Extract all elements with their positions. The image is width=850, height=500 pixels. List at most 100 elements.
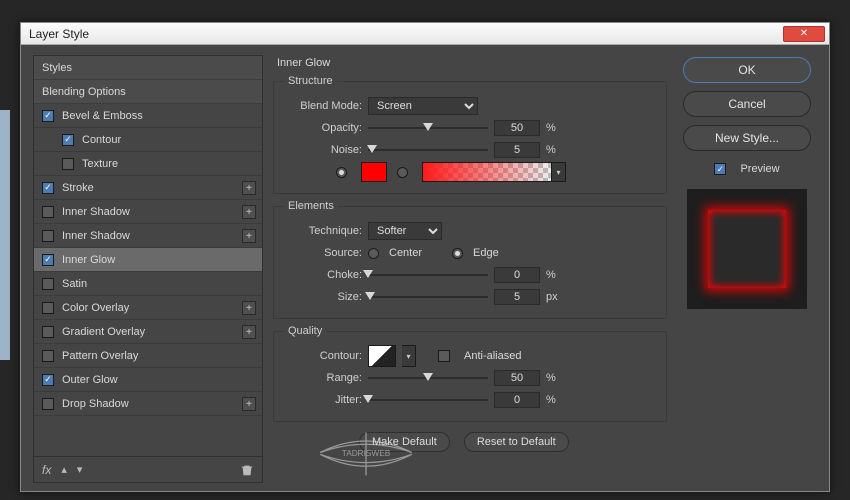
checkbox[interactable] [42, 182, 54, 194]
quality-group: Quality Contour: ▾ Anti-aliased Range: 5… [273, 325, 667, 422]
window-title: Layer Style [29, 27, 89, 41]
label: Inner Shadow [62, 230, 130, 242]
checkbox[interactable] [42, 230, 54, 242]
checkbox[interactable] [42, 302, 54, 314]
reset-default-button[interactable]: Reset to Default [464, 432, 569, 452]
plus-icon[interactable]: + [242, 325, 256, 339]
opacity-slider[interactable] [368, 121, 488, 135]
range-value[interactable]: 50 [494, 370, 540, 386]
label: Bevel & Emboss [62, 110, 143, 122]
close-icon: ✕ [800, 28, 808, 39]
style-item-inner-shadow[interactable]: Inner Shadow + [34, 200, 262, 224]
close-button[interactable]: ✕ [783, 26, 825, 42]
checkbox[interactable] [62, 158, 74, 170]
style-item-inner-shadow[interactable]: Inner Shadow + [34, 224, 262, 248]
arrow-down-icon[interactable]: ▾ [77, 463, 83, 476]
chevron-down-icon[interactable]: ▾ [552, 162, 566, 182]
plus-icon[interactable]: + [242, 205, 256, 219]
checkbox[interactable] [42, 374, 54, 386]
styles-header[interactable]: Styles [34, 56, 262, 80]
new-style-button[interactable]: New Style... [683, 125, 811, 151]
watermark: TADRISWEB [311, 425, 421, 485]
titlebar[interactable]: Layer Style ✕ [21, 23, 829, 45]
trash-icon[interactable] [240, 463, 254, 477]
cancel-button[interactable]: Cancel [683, 91, 811, 117]
arrow-up-icon[interactable]: ▴ [61, 463, 67, 476]
label: Inner Shadow [62, 206, 130, 218]
checkbox[interactable] [42, 110, 54, 122]
technique-label: Technique: [284, 225, 362, 237]
fx-icon[interactable]: fx [42, 463, 51, 477]
label: Drop Shadow [62, 398, 129, 410]
label: Pattern Overlay [62, 350, 138, 362]
style-item-pattern-overlay[interactable]: Pattern Overlay [34, 344, 262, 368]
style-item-drop-shadow[interactable]: Drop Shadow + [34, 392, 262, 416]
checkbox[interactable] [42, 206, 54, 218]
style-item-color-overlay[interactable]: Color Overlay+ [34, 296, 262, 320]
gradient-swatch[interactable] [422, 162, 552, 182]
noise-slider[interactable] [368, 143, 488, 157]
anti-aliased-checkbox[interactable] [438, 350, 450, 362]
style-item-stroke[interactable]: Stroke+ [34, 176, 262, 200]
checkbox[interactable] [42, 398, 54, 410]
contour-swatch[interactable] [368, 345, 396, 367]
settings-panel: Inner Glow Structure Blend Mode: Screen … [273, 55, 667, 483]
label: Styles [42, 62, 72, 74]
legend: Quality [284, 325, 326, 337]
label: Outer Glow [62, 374, 118, 386]
color-gradient-radio[interactable] [397, 167, 408, 178]
checkbox[interactable] [42, 350, 54, 362]
source-edge-label: Edge [473, 247, 499, 259]
jitter-label: Jitter: [284, 394, 362, 406]
style-item-contour[interactable]: Contour [34, 128, 262, 152]
size-slider[interactable] [368, 290, 488, 304]
style-item-satin[interactable]: Satin [34, 272, 262, 296]
range-label: Range: [284, 372, 362, 384]
ok-button[interactable]: OK [683, 57, 811, 83]
blend-mode-select[interactable]: Screen [368, 97, 478, 115]
color-solid-radio[interactable] [336, 167, 347, 178]
style-item-inner-glow[interactable]: Inner Glow [34, 248, 262, 272]
checkbox[interactable] [42, 254, 54, 266]
blending-options[interactable]: Blending Options [34, 80, 262, 104]
source-edge-radio[interactable] [452, 248, 463, 259]
legend: Structure [284, 75, 337, 87]
range-slider[interactable] [368, 371, 488, 385]
jitter-slider[interactable] [368, 393, 488, 407]
noise-value[interactable]: 5 [494, 142, 540, 158]
elements-group: Elements Technique: Softer Source: Cente… [273, 200, 667, 319]
unit: % [546, 394, 568, 406]
source-center-radio[interactable] [368, 248, 379, 259]
label: Gradient Overlay [62, 326, 145, 338]
plus-icon[interactable]: + [242, 229, 256, 243]
checkbox[interactable] [42, 278, 54, 290]
unit: px [546, 291, 568, 303]
plus-icon[interactable]: + [242, 181, 256, 195]
label: Satin [62, 278, 87, 290]
style-item-texture[interactable]: Texture [34, 152, 262, 176]
color-swatch[interactable] [361, 162, 387, 182]
choke-value[interactable]: 0 [494, 267, 540, 283]
label: Contour [82, 134, 121, 146]
style-item-outer-glow[interactable]: Outer Glow [34, 368, 262, 392]
plus-icon[interactable]: + [242, 397, 256, 411]
jitter-value[interactable]: 0 [494, 392, 540, 408]
style-item-bevel-emboss[interactable]: Bevel & Emboss [34, 104, 262, 128]
styles-footer: fx ▴ ▾ [34, 456, 262, 482]
source-label: Source: [284, 247, 362, 259]
checkbox[interactable] [42, 326, 54, 338]
size-label: Size: [284, 291, 362, 303]
action-column: OK Cancel New Style... Preview [677, 55, 817, 483]
plus-icon[interactable]: + [242, 301, 256, 315]
technique-select[interactable]: Softer [368, 222, 442, 240]
preview-checkbox[interactable] [714, 163, 726, 175]
chevron-down-icon[interactable]: ▾ [402, 345, 416, 367]
panel-title: Inner Glow [273, 55, 667, 69]
style-item-gradient-overlay[interactable]: Gradient Overlay + [34, 320, 262, 344]
anti-aliased-label: Anti-aliased [464, 350, 521, 362]
opacity-value[interactable]: 50 [494, 120, 540, 136]
size-value[interactable]: 5 [494, 289, 540, 305]
contour-label: Contour: [284, 350, 362, 362]
choke-slider[interactable] [368, 268, 488, 282]
checkbox[interactable] [62, 134, 74, 146]
